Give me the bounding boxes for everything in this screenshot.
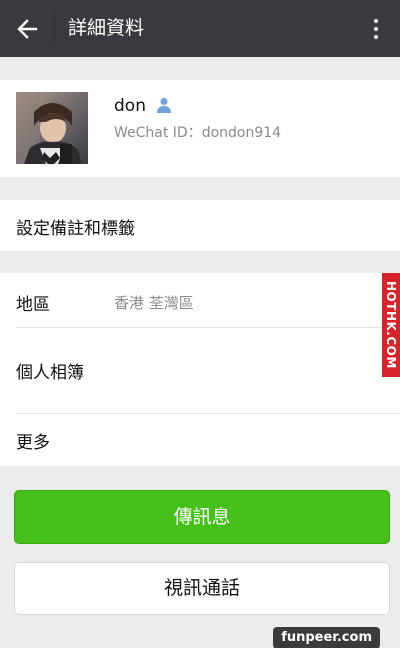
more-options-button[interactable] bbox=[366, 12, 386, 46]
top-bar: 詳細資料 bbox=[0, 0, 400, 57]
send-message-button[interactable]: 傳訊息 bbox=[14, 490, 390, 544]
arrow-left-icon bbox=[17, 19, 38, 39]
page-title: 詳細資料 bbox=[68, 17, 145, 39]
more-label: 更多 bbox=[16, 433, 50, 453]
profile-name: don bbox=[114, 96, 146, 116]
contact-person-icon bbox=[155, 96, 173, 114]
region-label: 地區 bbox=[16, 295, 50, 315]
remark-tags-row[interactable]: 設定備註和標籤 bbox=[0, 200, 400, 251]
more-vertical-icon-dot bbox=[374, 35, 378, 39]
album-row[interactable]: 個人相簿 bbox=[0, 328, 400, 413]
album-label: 個人相簿 bbox=[16, 363, 84, 383]
side-watermark: HOTHK.COM bbox=[382, 273, 400, 377]
more-row[interactable]: 更多 bbox=[0, 414, 400, 466]
more-vertical-icon-dot bbox=[374, 27, 378, 31]
bottom-watermark: funpeer.com bbox=[273, 627, 380, 648]
profile-detail-screen: 詳細資料 don WeChat ID：dondon914 設定備註和標籤 地區 … bbox=[0, 0, 400, 648]
avatar-image bbox=[16, 92, 88, 164]
more-vertical-icon bbox=[374, 19, 378, 23]
info-group: 地區 香港 荃灣區 個人相簿 更多 bbox=[0, 273, 400, 466]
avatar[interactable] bbox=[16, 92, 88, 164]
wechat-id: WeChat ID：dondon914 bbox=[114, 125, 282, 141]
region-value: 香港 荃灣區 bbox=[114, 294, 194, 312]
video-call-button[interactable]: 視訊通話 bbox=[14, 562, 390, 615]
back-button[interactable] bbox=[10, 12, 44, 46]
remark-tags-label: 設定備註和標籤 bbox=[16, 219, 135, 239]
topbar-divider bbox=[54, 14, 55, 44]
